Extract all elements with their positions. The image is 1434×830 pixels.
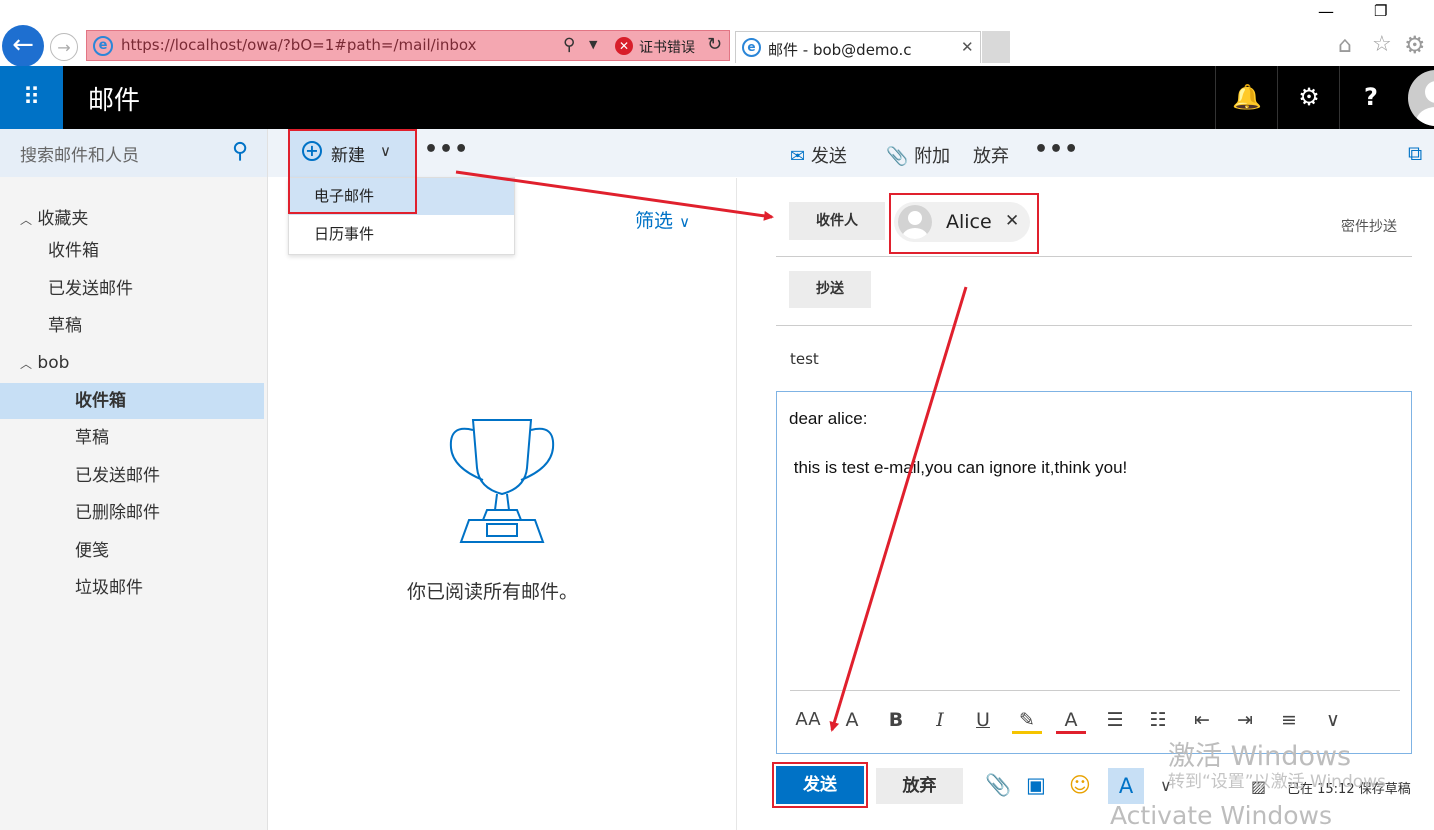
annotation-arrows xyxy=(455,170,968,732)
annotation-arrow xyxy=(829,286,968,732)
annotation-arrow xyxy=(455,170,774,221)
